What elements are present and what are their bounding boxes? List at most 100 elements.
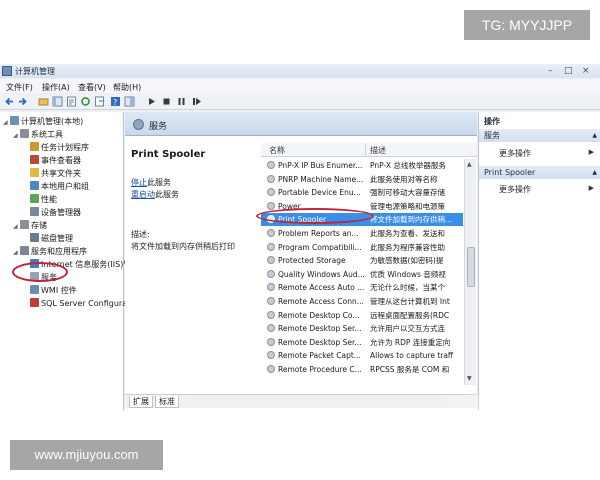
stop-service-link[interactable]: 停止: [131, 178, 147, 187]
help-icon[interactable]: ?: [110, 96, 121, 107]
expand-arrow-icon[interactable]: ◢: [13, 221, 20, 233]
tree-item[interactable]: WMI 控件: [23, 285, 77, 297]
column-description[interactable]: 描述: [370, 145, 386, 156]
tree-item[interactable]: ◢ 服务和应用程序: [13, 246, 87, 258]
properties-icon[interactable]: [66, 96, 77, 107]
tree-item[interactable]: 性能: [23, 194, 57, 206]
stop-service-icon[interactable]: [161, 96, 172, 107]
service-gear-icon: [267, 337, 275, 346]
service-row[interactable]: Problem Reports an... 此服务为查看、发送和: [261, 227, 463, 240]
restart-service-icon[interactable]: [191, 96, 202, 107]
service-row[interactable]: Remote Desktop Ser... 允许用户以交互方式连: [261, 322, 463, 335]
service-description: 此服务为程序兼容性助: [370, 242, 445, 252]
show-hide-action-pane-icon[interactable]: [124, 96, 135, 107]
tree-item[interactable]: 磁盘管理: [23, 233, 73, 245]
console-tree-icon[interactable]: [52, 96, 63, 107]
services-header-title: 服务: [149, 122, 168, 132]
up-folder-icon[interactable]: [38, 96, 49, 107]
service-description: Allows to capture traff: [370, 351, 454, 361]
scroll-up-arrow[interactable]: ▲: [467, 161, 472, 168]
tree-item[interactable]: 共享文件夹: [23, 168, 81, 180]
tree-item-label: 服务和应用程序: [31, 247, 87, 256]
service-row[interactable]: Remote Procedure C... RPCSS 服务是 COM 和: [261, 363, 463, 376]
restart-service-link[interactable]: 重启动: [131, 190, 155, 199]
service-gear-icon: [267, 188, 275, 197]
services-list-scrollbar[interactable]: ▲ ▼: [464, 159, 476, 385]
service-row[interactable]: PnP-X IP Bus Enumer... PnP-X 总线枚举器服务: [261, 159, 463, 172]
service-name: Protected Storage: [278, 256, 346, 266]
close-button[interactable]: ×: [582, 66, 590, 76]
tree-item[interactable]: 任务计划程序: [23, 142, 89, 154]
refresh-icon[interactable]: [80, 96, 91, 107]
service-row[interactable]: Remote Packet Capt... Allows to capture t…: [261, 349, 463, 362]
more-actions-print-spooler[interactable]: 更多操作: [499, 184, 531, 195]
expand-arrow-icon[interactable]: ◢: [3, 117, 10, 129]
view-tabs: 扩展 标准: [125, 394, 477, 408]
column-separator[interactable]: [365, 143, 366, 157]
tree-item-label: 系统工具: [31, 130, 63, 139]
tree-item[interactable]: 本地用户和组: [23, 181, 89, 193]
actions-group-print-spooler[interactable]: Print Spooler ▲: [479, 166, 600, 179]
highlight-circle-print-spooler: [256, 208, 374, 224]
service-row[interactable]: Protected Storage 为敏感数据(如密码)提: [261, 254, 463, 267]
gear-icon: [133, 119, 144, 130]
menu-view[interactable]: 查看(V): [78, 82, 106, 93]
collapse-arrow-icon[interactable]: ▲: [592, 129, 597, 142]
menu-file[interactable]: 文件(F): [6, 82, 33, 93]
tree-item[interactable]: SQL Server Configura: [23, 298, 127, 310]
menu-action[interactable]: 操作(A): [42, 82, 70, 93]
service-description: 强制可移动大容量存储: [370, 188, 445, 198]
service-name: Remote Access Auto ...: [278, 283, 364, 293]
service-gear-icon: [267, 269, 275, 278]
actions-pane: 操作 服务 ▲ 更多操作 ▶ Print Spooler ▲ 更多操作 ▶: [478, 112, 600, 410]
column-name[interactable]: 名称: [269, 145, 285, 156]
console-tree: ◢ 计算机管理(本地) ◢ 系统工具 任务计划程序 事件查看器 共享文件夹 本地用户和组 性能设…: [0, 112, 131, 410]
more-actions-services[interactable]: 更多操作: [499, 148, 531, 159]
service-row[interactable]: Quality Windows Aud... 优质 Windows 音频视: [261, 268, 463, 281]
scrollbar-thumb[interactable]: [467, 247, 475, 287]
performance-icon: [30, 194, 39, 203]
service-name: Portable Device Enu...: [278, 188, 361, 198]
export-list-icon[interactable]: [94, 96, 105, 107]
service-row[interactable]: Program Compatibili... 此服务为程序兼容性助: [261, 241, 463, 254]
scroll-down-arrow[interactable]: ▼: [467, 375, 472, 382]
service-description: 将文件加载到内存供稍...: [370, 215, 453, 225]
start-service-icon[interactable]: [146, 96, 157, 107]
service-row[interactable]: Remote Desktop Co... 远程桌面配置服务(RDC: [261, 309, 463, 322]
service-row[interactable]: Portable Device Enu... 强制可移动大容量存储: [261, 186, 463, 199]
tree-item[interactable]: ◢ 计算机管理(本地): [3, 116, 83, 128]
pause-service-icon[interactable]: [176, 96, 187, 107]
expand-arrow-icon[interactable]: ◢: [13, 130, 20, 142]
service-name: Problem Reports an...: [278, 229, 359, 238]
service-row[interactable]: PNRP Machine Name... 此服务使用对等名称: [261, 173, 463, 186]
service-name: Remote Procedure C...: [278, 365, 362, 374]
restart-service-suffix: 此服务: [155, 190, 179, 199]
service-row[interactable]: Remote Access Auto ... 无论什么时候，当某个: [261, 281, 463, 294]
service-gear-icon: [267, 297, 275, 305]
menu-help[interactable]: 帮助(H): [113, 82, 141, 93]
tree-item-label: 共享文件夹: [41, 169, 81, 178]
tab-extended[interactable]: 扩展: [129, 396, 153, 408]
actions-group-services[interactable]: 服务 ▲: [479, 129, 600, 142]
tree-item[interactable]: ◢ 系统工具: [13, 129, 63, 141]
tree-item[interactable]: 事件查看器: [23, 155, 81, 167]
forward-arrow-icon[interactable]: [17, 96, 28, 107]
collapse-arrow-icon[interactable]: ▲: [592, 166, 597, 179]
service-row[interactable]: Remote Desktop Ser... 允许为 RDP 连接重定向: [261, 336, 463, 349]
actions-group-print-spooler-label: Print Spooler: [484, 168, 536, 177]
maximize-button[interactable]: □: [564, 66, 573, 76]
tree-item-label: 本地用户和组: [41, 182, 89, 191]
tree-item-label: 磁盘管理: [41, 234, 73, 243]
expand-arrow-icon[interactable]: ◢: [13, 247, 20, 259]
tab-standard[interactable]: 标准: [155, 396, 179, 408]
disk-icon: [30, 233, 39, 242]
tree-item[interactable]: 设备管理器: [23, 207, 81, 219]
back-arrow-icon[interactable]: [4, 96, 15, 107]
tree-item-label: SQL Server Configura: [41, 299, 128, 308]
service-row[interactable]: Remote Access Conn... 管理从这台计算机到 Int: [261, 295, 463, 308]
service-name: Remote Access Conn...: [278, 297, 364, 306]
tree-item[interactable]: ◢ 存储: [13, 220, 47, 232]
services-pane: 服务 Print Spooler 停止此服务 重启动此服务 描述: 将文件加载到…: [125, 112, 477, 410]
computer-management-window: 计算机管理 – □ × 文件(F) 操作(A) 查看(V) 帮助(H) ? ◢ 计…: [0, 64, 600, 410]
minimize-button[interactable]: –: [548, 66, 553, 76]
